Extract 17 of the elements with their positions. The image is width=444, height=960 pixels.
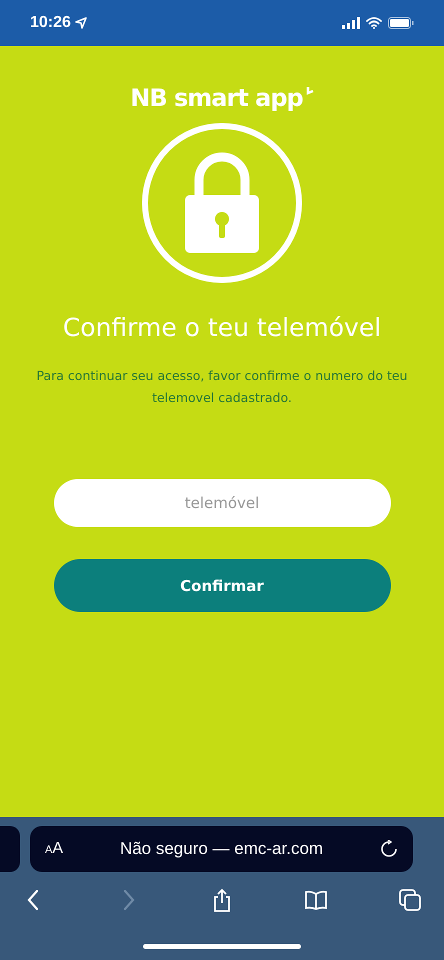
location-icon [74, 17, 87, 29]
reload-icon[interactable] [380, 840, 398, 858]
battery-icon [388, 17, 414, 29]
address-bar[interactable]: AA Não seguro — emc-ar.com [30, 826, 413, 872]
signal-icon [342, 17, 360, 29]
text-size-button[interactable]: AA [45, 837, 64, 861]
url-text: Não seguro — emc-ar.com [118, 838, 324, 860]
tabs-icon[interactable] [398, 887, 422, 913]
padlock-icon [141, 122, 303, 284]
previous-tab-edge[interactable] [0, 826, 20, 872]
page-title: Confirme o teu telemóvel [62, 312, 382, 344]
wifi-icon [366, 17, 382, 29]
status-time: 10:26 [30, 13, 71, 33]
phone-input-field[interactable]: telemóvel [54, 479, 390, 528]
app-logo: NB smart app [130, 86, 314, 110]
confirm-button[interactable]: Confirmar [54, 559, 390, 612]
description-text: Para continuar seu acesso, favor confirme o numero do teu telemovel cadastrado. [36, 367, 408, 408]
